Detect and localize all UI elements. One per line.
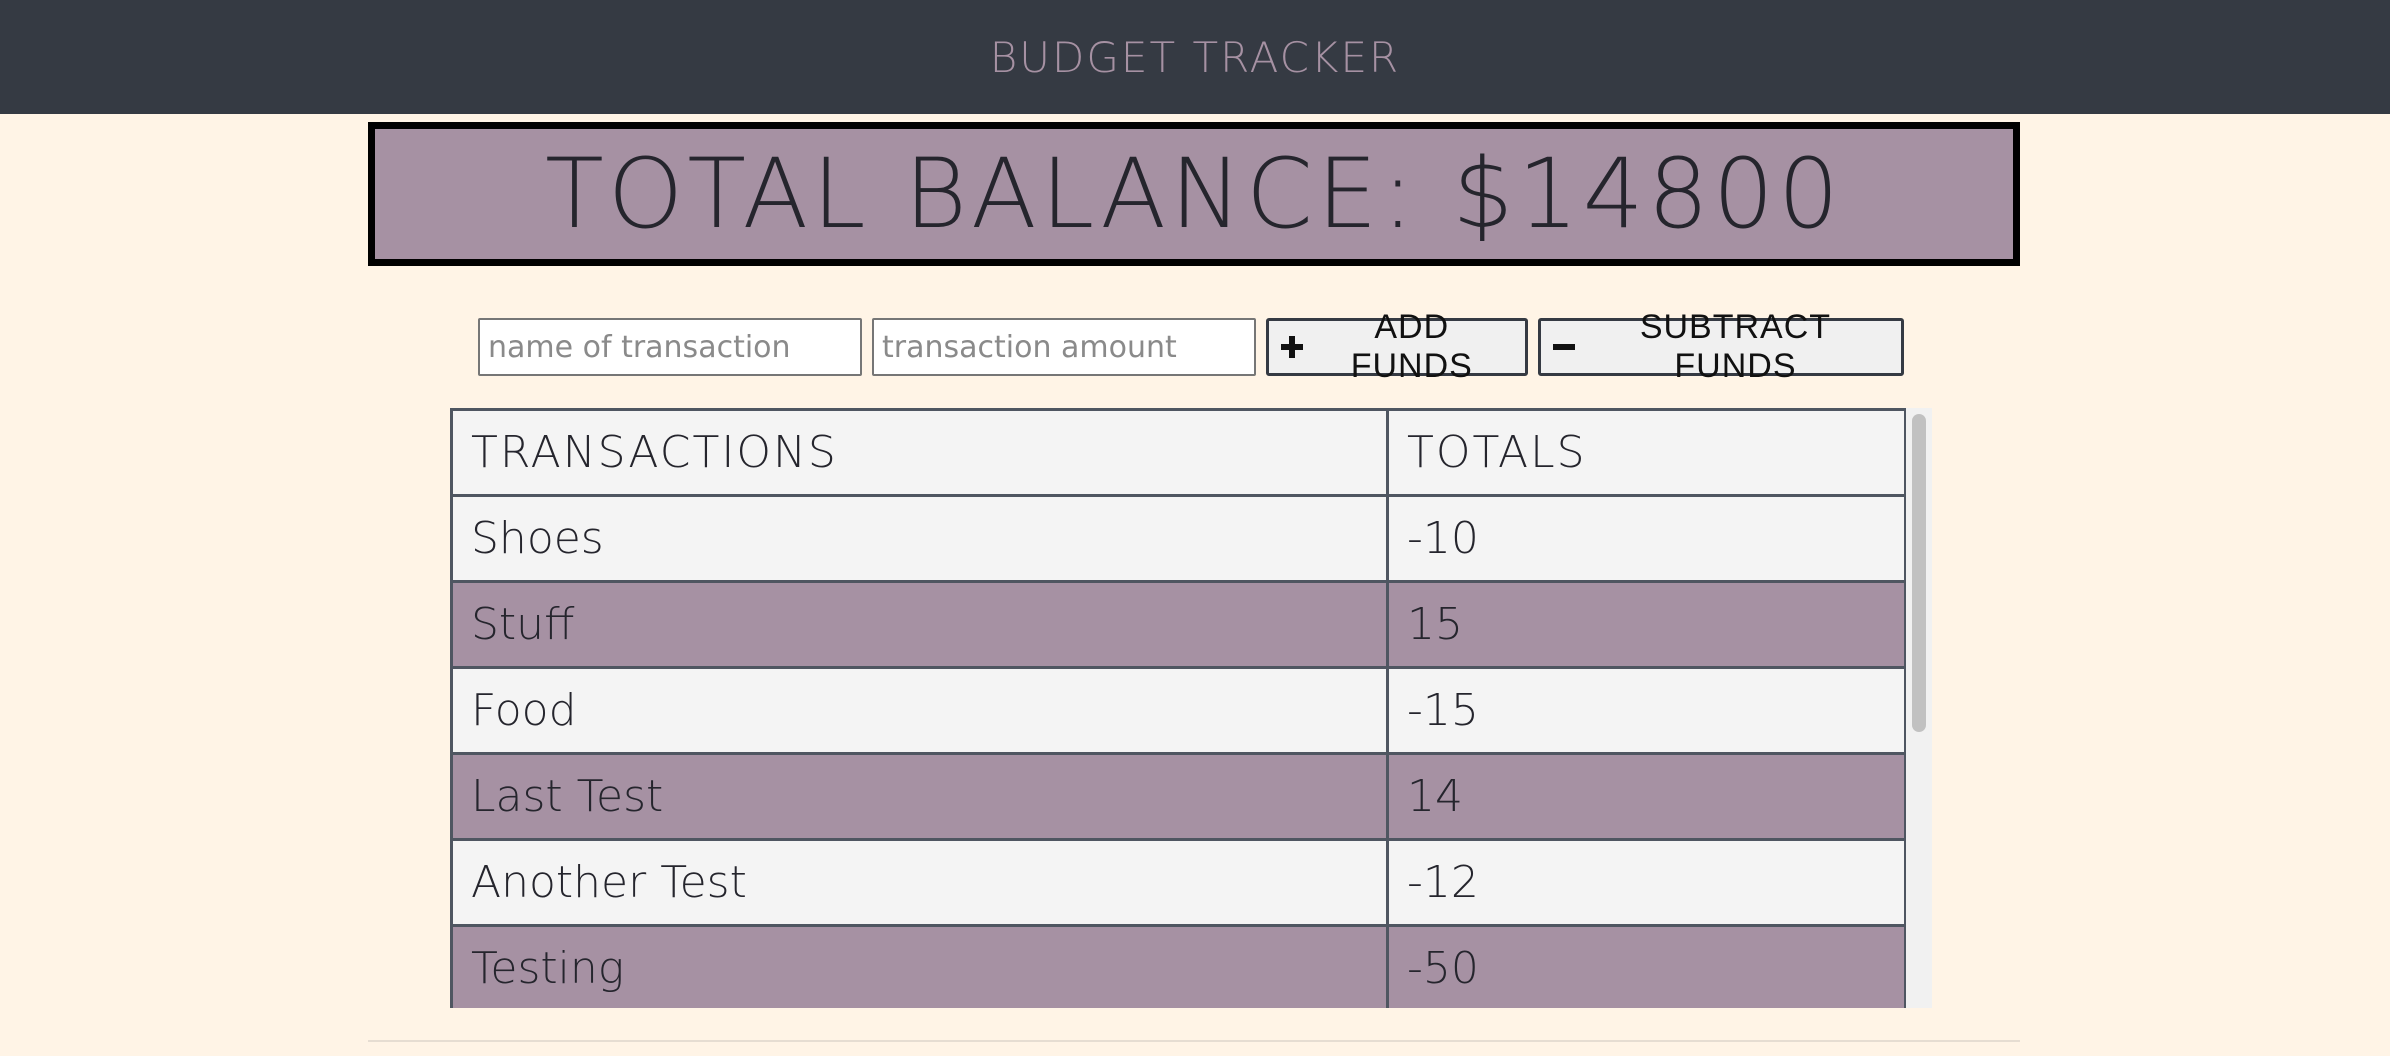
transaction-name: Stuff	[450, 580, 1389, 669]
column-header-totals: TOTALS	[1386, 408, 1907, 497]
table-row: Shoes -10	[450, 494, 1907, 583]
column-header-transactions: TRANSACTIONS	[450, 408, 1389, 497]
subtract-funds-label: SUBTRACT FUNDS	[1639, 308, 1832, 385]
transaction-name-input[interactable]	[478, 318, 862, 376]
table-header-row: TRANSACTIONS TOTALS	[450, 408, 1907, 497]
app-title: BUDGET TRACKER	[989, 32, 1401, 82]
transaction-amount-input[interactable]	[872, 318, 1256, 376]
footer-divider	[368, 1040, 2020, 1042]
table-row: Testing -50	[450, 924, 1907, 1008]
transactions-table-container[interactable]: TRANSACTIONS TOTALS Shoes -10 Stuff 15 F…	[450, 408, 1932, 1008]
plus-icon	[1281, 336, 1304, 358]
transaction-name: Food	[450, 666, 1389, 755]
transaction-form: ADD FUNDS SUBTRACT FUNDS	[478, 308, 1904, 385]
top-bar: BUDGET TRACKER	[0, 0, 2390, 114]
table-row: Food -15	[450, 666, 1907, 755]
minus-icon	[1553, 336, 1575, 358]
transaction-total: 14	[1386, 752, 1907, 841]
subtract-funds-button[interactable]: SUBTRACT FUNDS	[1538, 308, 1904, 385]
transaction-total: -15	[1386, 666, 1907, 755]
add-funds-button[interactable]: ADD FUNDS	[1266, 308, 1528, 385]
table-row: Another Test -12	[450, 838, 1907, 927]
transaction-total: -10	[1386, 494, 1907, 583]
scrollbar-thumb[interactable]	[1912, 414, 1926, 732]
transaction-name: Shoes	[450, 494, 1389, 583]
table-row: Stuff 15	[450, 580, 1907, 669]
total-balance-banner: TOTAL BALANCE: $14800	[368, 122, 2020, 266]
transactions-table: TRANSACTIONS TOTALS Shoes -10 Stuff 15 F…	[450, 408, 1907, 1008]
add-funds-label: ADD FUNDS	[1350, 308, 1473, 385]
transaction-name: Last Test	[450, 752, 1389, 841]
table-scrollbar[interactable]	[1906, 408, 1932, 1008]
transaction-name: Testing	[450, 924, 1389, 1008]
transaction-total: -12	[1386, 838, 1907, 927]
transaction-total: 15	[1386, 580, 1907, 669]
total-balance-text: TOTAL BALANCE: $14800	[545, 138, 1843, 250]
table-row: Last Test 14	[450, 752, 1907, 841]
transaction-total: -50	[1386, 924, 1907, 1008]
transaction-name: Another Test	[450, 838, 1389, 927]
